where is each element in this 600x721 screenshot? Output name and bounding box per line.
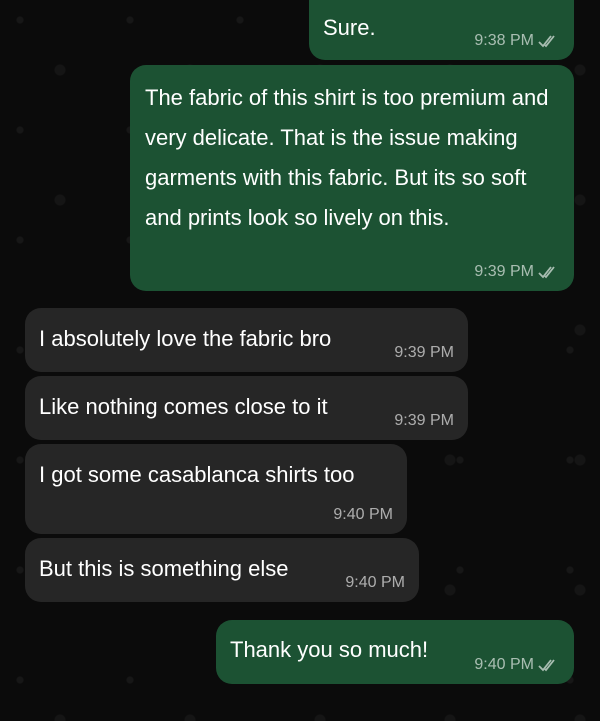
- message-meta: 9:39 PM: [394, 344, 454, 362]
- message-bubble-outgoing[interactable]: The fabric of this shirt is too premium …: [130, 65, 574, 291]
- message-time: 9:39 PM: [474, 263, 534, 280]
- message-time: 9:38 PM: [474, 32, 534, 49]
- message-time: 9:40 PM: [345, 574, 405, 591]
- message-text: I absolutely love the fabric bro: [39, 326, 332, 351]
- message-bubble-outgoing[interactable]: Sure. 9:38 PM: [309, 0, 574, 60]
- message-text: The fabric of this shirt is too premium …: [145, 85, 549, 230]
- message-meta: 9:39 PM: [474, 263, 560, 281]
- message-bubble-incoming[interactable]: I absolutely love the fabric bro 9:39 PM: [25, 308, 468, 372]
- message-meta: 9:40 PM: [333, 506, 393, 524]
- message-time: 9:40 PM: [333, 506, 393, 523]
- message-time: 9:39 PM: [394, 344, 454, 361]
- message-bubble-incoming[interactable]: I got some casablanca shirts too 9:40 PM: [25, 444, 407, 534]
- read-receipt-icon: [538, 265, 560, 279]
- read-receipt-icon: [538, 658, 560, 672]
- read-receipt-icon: [538, 34, 560, 48]
- message-bubble-incoming[interactable]: Like nothing comes close to it 9:39 PM: [25, 376, 468, 440]
- message-text: I got some casablanca shirts too: [39, 462, 355, 487]
- message-bubble-outgoing[interactable]: Thank you so much! 9:40 PM: [216, 620, 574, 684]
- message-meta: 9:39 PM: [394, 412, 454, 430]
- message-meta: 9:40 PM: [474, 656, 560, 674]
- message-bubble-incoming[interactable]: But this is something else 9:40 PM: [25, 538, 419, 602]
- message-meta: 9:38 PM: [474, 32, 560, 50]
- message-time: 9:39 PM: [394, 412, 454, 429]
- message-text: Like nothing comes close to it: [39, 394, 328, 419]
- message-meta: 9:40 PM: [345, 574, 405, 592]
- message-time: 9:40 PM: [474, 656, 534, 673]
